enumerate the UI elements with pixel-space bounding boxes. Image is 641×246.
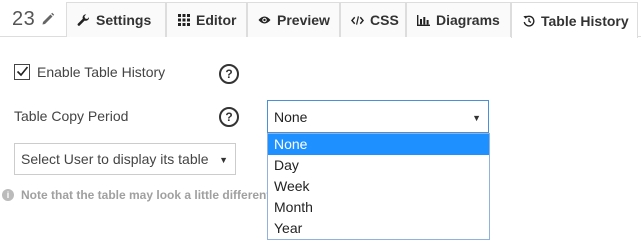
copy-period-dropdown: None Day Week Month Year [267, 133, 490, 240]
tab-preview[interactable]: Preview [247, 2, 340, 37]
tab-settings[interactable]: Settings [66, 2, 166, 37]
tab-table-history-label: Table History [541, 12, 629, 29]
enable-history-row[interactable]: Enable Table History [14, 64, 165, 80]
bar-chart-icon [417, 14, 430, 27]
eye-icon [258, 14, 271, 27]
history-icon [522, 14, 535, 27]
note-text: Note that the table may look a little di… [21, 188, 267, 202]
tab-settings-label: Settings [96, 12, 152, 28]
copy-period-selected-value: None [274, 108, 308, 125]
note-message: i Note that the table may look a little … [2, 188, 267, 202]
user-select-value: Select User to display its table [21, 151, 209, 167]
table-number: 23 [12, 7, 36, 30]
option-week[interactable]: Week [268, 176, 489, 197]
table-id: 23 [12, 3, 55, 35]
tab-css[interactable]: CSS [340, 2, 406, 37]
user-select[interactable]: Select User to display its table ▼ [14, 143, 236, 175]
enable-history-help-icon[interactable]: ? [219, 64, 239, 84]
info-icon: i [2, 189, 14, 201]
enable-history-label: Enable Table History [37, 64, 166, 80]
pencil-icon[interactable] [41, 12, 55, 26]
tab-css-label: CSS [370, 12, 399, 28]
option-year[interactable]: Year [268, 218, 489, 239]
wrench-icon [77, 13, 90, 27]
tab-diagrams-label: Diagrams [436, 12, 500, 28]
copy-period-row: Table Copy Period [14, 108, 128, 124]
tab-bar: 23 Settings Editor Preview CSS Diagrams … [0, 0, 641, 38]
tab-editor[interactable]: Editor [166, 2, 247, 37]
enable-history-checkbox[interactable] [14, 64, 30, 80]
copy-period-label: Table Copy Period [14, 108, 129, 124]
grid-icon [177, 14, 190, 27]
option-month[interactable]: Month [268, 197, 489, 218]
tab-diagrams[interactable]: Diagrams [406, 2, 511, 37]
option-none[interactable]: None [268, 134, 489, 155]
option-day[interactable]: Day [268, 155, 489, 176]
tab-preview-label: Preview [277, 12, 330, 28]
checkmark-icon [16, 66, 29, 77]
tab-editor-label: Editor [196, 12, 237, 28]
copy-period-help-icon[interactable]: ? [219, 107, 239, 127]
caret-down-icon: ▼ [219, 155, 228, 165]
caret-down-icon: ▼ [472, 113, 481, 123]
copy-period-select[interactable]: None ▼ [267, 100, 489, 133]
code-icon [351, 14, 364, 27]
tab-table-history[interactable]: Table History [511, 2, 638, 38]
